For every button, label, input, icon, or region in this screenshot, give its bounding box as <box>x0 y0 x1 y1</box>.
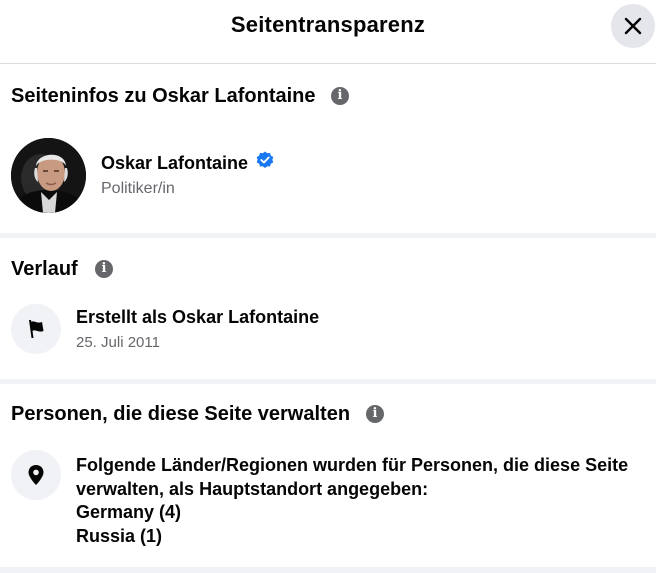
history-icon-circle <box>11 304 61 354</box>
page-info-title: Seiteninfos zu Oskar Lafontaine <box>11 85 316 107</box>
verified-badge-icon <box>256 151 274 168</box>
dialog-title: Seitentransparenz <box>230 12 426 37</box>
country-russia: Russia (1) <box>76 526 163 546</box>
section-divider <box>0 233 656 238</box>
info-icon[interactable]: i <box>331 87 349 105</box>
location-icon-circle <box>11 450 61 500</box>
profile-photo <box>11 138 86 213</box>
page-name[interactable]: Oskar Lafontaine <box>101 153 248 174</box>
history-title: Verlauf <box>11 258 78 280</box>
dialog-header: Seitentransparenz <box>0 0 656 64</box>
info-icon[interactable]: i <box>95 260 113 278</box>
history-event: Erstellt als Oskar Lafontaine <box>76 307 320 327</box>
section-divider <box>0 567 656 573</box>
history-date: 25. Juli 2011 <box>76 334 160 351</box>
info-icon[interactable]: i <box>366 405 384 423</box>
country-germany: Germany (4) <box>76 502 182 522</box>
location-pin-icon <box>28 465 44 485</box>
section-divider <box>0 379 656 384</box>
managers-title: Personen, die diese Seite verwalten <box>11 403 351 425</box>
avatar[interactable] <box>11 138 86 213</box>
page-category: Politiker/in <box>101 180 175 197</box>
close-button[interactable] <box>611 4 655 48</box>
flag-icon <box>29 320 44 338</box>
close-icon <box>624 17 642 35</box>
managers-description: Folgende Länder/Regionen wurden für Pers… <box>76 455 629 499</box>
